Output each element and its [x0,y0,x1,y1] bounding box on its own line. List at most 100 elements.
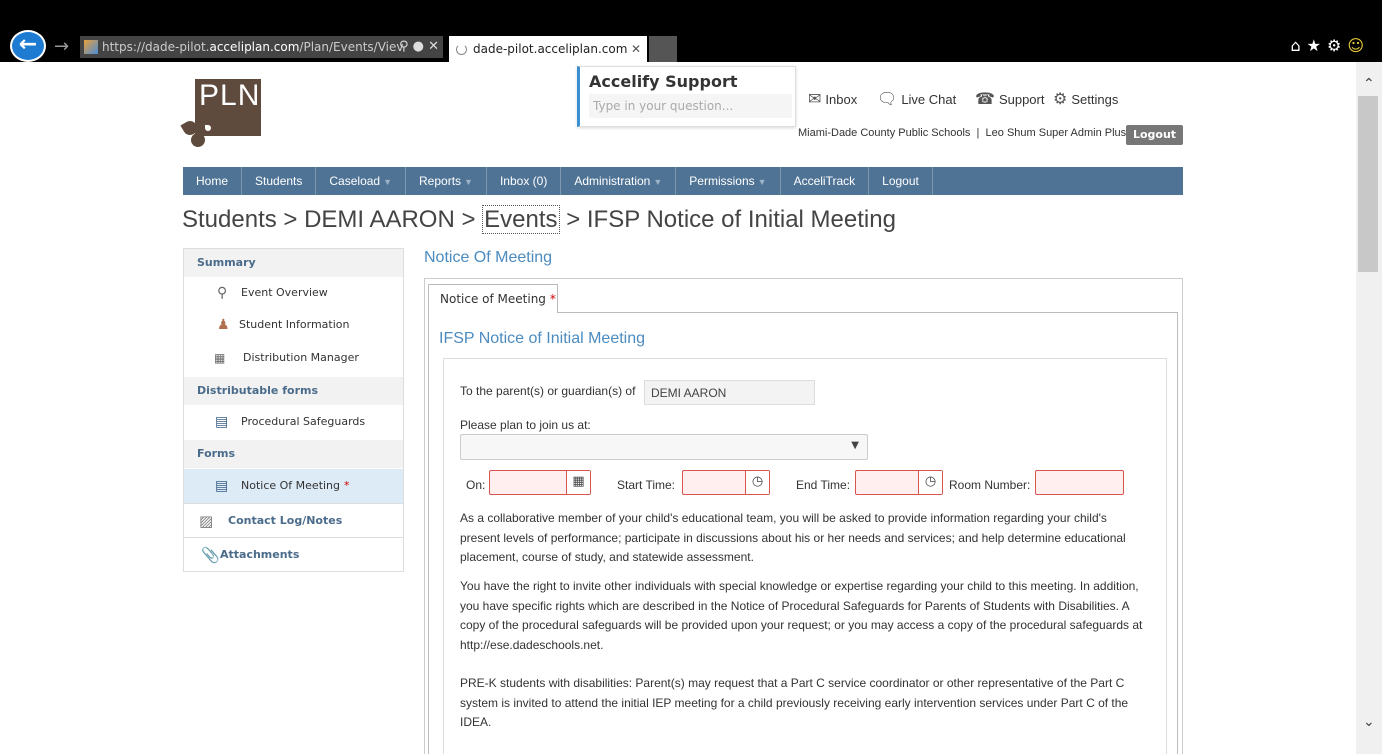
clock-icon[interactable]: ◷ [745,471,769,494]
room-number-input[interactable] [1035,470,1124,495]
nav-home[interactable]: Home [183,167,243,195]
forward-arrow-icon[interactable]: → [54,36,69,57]
tab-label: Notice of Meeting [440,292,546,306]
envelope-icon: ✉ [808,91,822,108]
sidebar-item-attachments[interactable]: 📎 Attachments [184,537,403,571]
nav-logout-label: Logout [882,174,919,188]
paperclip-icon: 📎 [201,546,220,564]
breadcrumb-separator: > [283,206,298,233]
url-host: acceliplan.com [209,40,300,54]
sidebar-item-event-overview[interactable]: ⚲ Event Overview [184,277,403,309]
sidebar-item-contact-log[interactable]: ▨ Contact Log/Notes [184,503,403,537]
chevron-down-icon: ▼ [653,177,663,187]
breadcrumb-events[interactable]: Events [482,205,560,234]
nav-caseload[interactable]: Caseload ▼ [316,167,407,195]
chevron-up-icon[interactable]: ⌃ [1363,76,1375,92]
paragraph-rights: You have the right to invite other indiv… [460,579,1143,652]
sidebar-item-distribution-manager[interactable]: ▦ Distribution Manager [184,342,403,374]
clock-icon[interactable]: ◷ [918,471,942,494]
nav-accelitrack-label: AcceliTrack [793,174,856,188]
room-number-label: Room Number: [949,478,1031,492]
nav-permissions[interactable]: Permissions ▼ [676,167,781,195]
separator: | [976,127,980,139]
sidebar-header-forms: Forms [184,440,403,468]
sidebar-header-distributable-forms: Distributable forms [184,377,403,405]
logout-button[interactable]: Logout [1126,125,1183,145]
nav-inbox[interactable]: Inbox (0) [487,167,562,195]
tab-close-icon[interactable]: ✕ [631,36,641,62]
start-time-label: Start Time: [617,478,676,492]
breadcrumb-student[interactable]: DEMI AARON [304,206,455,233]
url-path: /Plan/Events/Viev [299,40,404,54]
vertical-scrollbar[interactable]: ⌃ ⌄ [1356,62,1382,754]
nav-accelitrack[interactable]: AcceliTrack [781,167,870,195]
home-icon[interactable]: ⌂ [1290,36,1306,55]
logo-leaf [203,123,213,133]
start-time-input[interactable]: ◷ [682,470,770,495]
gear-icon[interactable]: ⚙ [1327,36,1347,55]
search-icon[interactable]: ⚲ [399,39,409,54]
chevron-down-icon[interactable]: ⌄ [1363,714,1375,730]
browser-chrome: ← → https://dade-pilot.acceliplan.com/Pl… [0,0,1382,62]
breadcrumb-separator: > [566,206,581,233]
sidebar-item-notice-of-meeting[interactable]: ▤ Notice Of Meeting * [184,469,403,503]
sidebar-item-student-information[interactable]: ♟ Student Information [184,309,403,341]
inbox-link[interactable]: ✉ Inbox [808,89,857,109]
sidebar: Summary ⚲ Event Overview ♟ Student Infor… [183,248,404,572]
support-link[interactable]: ☎ Support [975,89,1044,109]
user-name[interactable]: Leo Shum Super Admin Plus [986,127,1127,139]
org-name: Miami-Dade County Public Schools [798,127,971,139]
support-question-input[interactable]: Type in your question... [589,94,792,118]
nav-students[interactable]: Students [242,167,317,195]
support-title: Accelify Support [589,72,738,91]
favicon-icon [84,40,98,54]
chevron-down-icon: ▼ [757,177,767,187]
browser-tab[interactable]: dade-pilot.acceliplan.com ✕ [449,36,647,62]
favorites-star-icon[interactable]: ★ [1307,36,1327,55]
breadcrumb-separator: > [461,206,476,233]
sidebar-item-label: Student Information [239,318,350,331]
date-input[interactable]: ▦ [489,470,591,495]
sidebar-item-procedural-safeguards[interactable]: ▤ Procedural Safeguards [184,406,403,438]
sidebar-item-label: Distribution Manager [243,351,359,364]
nav-reports[interactable]: Reports ▼ [406,167,487,195]
scrollbar-thumb[interactable] [1358,96,1378,272]
smiley-icon[interactable]: ☺ [1347,36,1370,55]
nav-administration[interactable]: Administration ▼ [561,167,677,195]
close-icon[interactable]: ✕ [428,39,439,54]
url-prefix: https://dade-pilot. [102,40,210,54]
nav-administration-label: Administration [574,174,651,188]
distribution-icon: ▦ [214,351,226,365]
parent-label: To the parent(s) or guardian(s) of [460,384,636,398]
pln-logo[interactable]: PLN [180,79,261,150]
nav-home-label: Home [196,174,229,188]
inbox-link-label: Inbox [825,92,858,107]
support-widget: Accelify Support Type in your question..… [577,66,796,127]
nav-inbox-label: Inbox (0) [499,174,548,188]
calendar-icon[interactable]: ▦ [566,471,590,494]
back-arrow-icon[interactable]: ← [10,30,46,62]
contact-card-icon: ▨ [199,512,214,530]
sidebar-item-label: Procedural Safeguards [241,415,366,428]
new-tab-button[interactable] [649,36,677,62]
settings-link[interactable]: ⚙ Settings [1053,89,1118,109]
breadcrumb-students[interactable]: Students [182,206,277,233]
form-list-icon: ▤ [215,414,229,430]
live-chat-label: Live Chat [901,92,957,107]
page-title: Notice Of Meeting [424,249,553,266]
address-bar[interactable]: https://dade-pilot.acceliplan.com/Plan/E… [80,36,443,58]
end-time-input[interactable]: ◷ [855,470,943,495]
location-select[interactable]: ▼ [460,434,868,460]
sidebar-header-summary: Summary [184,249,403,277]
breadcrumb-current: IFSP Notice of Initial Meeting [586,206,896,233]
support-label: Support [998,92,1045,107]
end-time-label: End Time: [796,478,851,492]
parent-name-field: DEMI AARON [644,380,815,405]
location-label: Please plan to join us at: [460,418,591,432]
tab-notice-of-meeting[interactable]: Notice of Meeting * [428,284,558,313]
paragraph-collaborative: As a collaborative member of your child'… [460,511,1126,564]
nav-logout[interactable]: Logout [869,167,933,195]
live-chat-link[interactable]: 🗨 Live Chat [877,89,956,109]
person-icon: ♟ [217,317,230,333]
gear-icon: ⚙ [1053,91,1068,108]
